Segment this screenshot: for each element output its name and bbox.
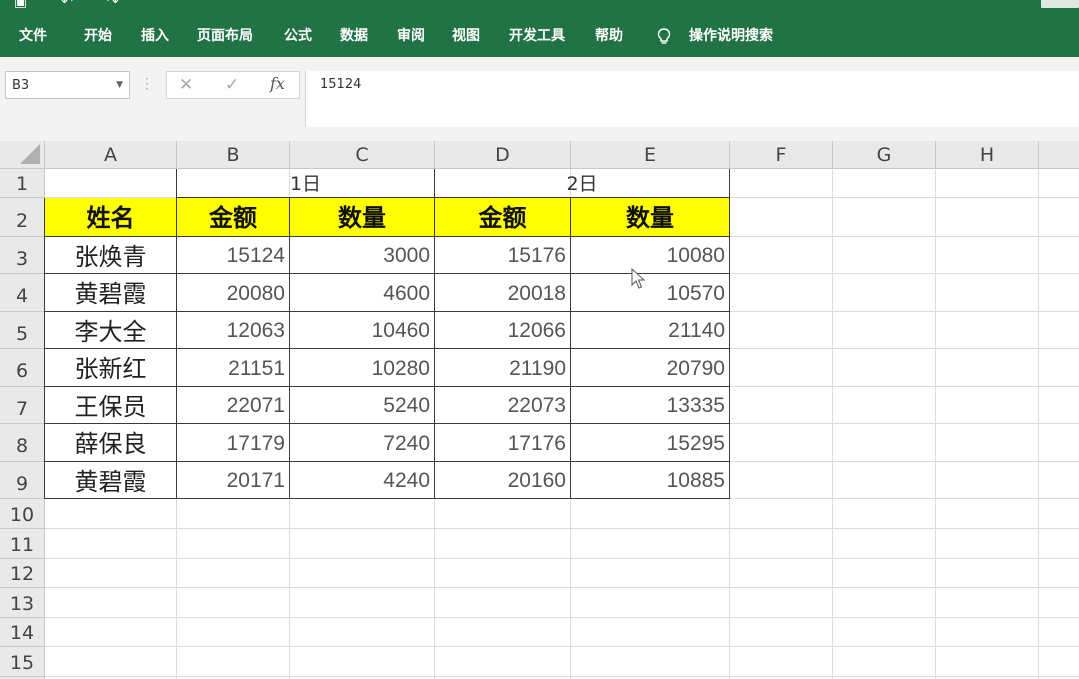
column-header-g[interactable]: G — [833, 141, 936, 169]
tab-view[interactable]: 视图 — [452, 16, 480, 57]
undo-icon[interactable]: ↶ — [61, 0, 73, 10]
row-header-6[interactable]: 6 — [0, 349, 45, 387]
table-cell-quantity[interactable]: 10280 — [290, 349, 435, 387]
table-cell-amount[interactable]: 17179 — [177, 424, 290, 462]
table-cell-quantity[interactable]: 7240 — [290, 424, 435, 462]
table-cell-quantity[interactable]: 10080 — [571, 237, 730, 274]
table-cell-name[interactable]: 王保员 — [44, 387, 177, 424]
table-cell-quantity[interactable]: 10570 — [571, 274, 730, 312]
table-cell-amount[interactable]: 17176 — [435, 424, 571, 462]
table-cell-quantity[interactable]: 20790 — [571, 349, 730, 387]
table-cell-name[interactable]: 黄碧霞 — [44, 462, 177, 499]
table-cell-amount[interactable]: 21190 — [435, 349, 571, 387]
tab-page-layout[interactable]: 页面布局 — [197, 16, 253, 57]
table-cell-amount[interactable]: 20080 — [177, 274, 290, 312]
table-cell-quantity[interactable]: 10885 — [571, 462, 730, 499]
grip-icon[interactable]: · · · — [145, 73, 149, 95]
cancel-icon[interactable]: ✕ — [179, 75, 193, 95]
column-header-f[interactable]: F — [730, 141, 833, 169]
table-cell-amount[interactable]: 15124 — [177, 237, 290, 274]
table-cell-quantity[interactable]: 13335 — [571, 387, 730, 424]
row-header-11[interactable]: 11 — [0, 529, 45, 559]
name-box-value: B3 — [12, 78, 30, 93]
lightbulb-icon — [657, 28, 671, 44]
table-cell-amount[interactable]: 20171 — [177, 462, 290, 499]
row-header-5[interactable]: 5 — [0, 312, 45, 349]
row-header-12[interactable]: 12 — [0, 559, 45, 588]
column-header-e[interactable]: E — [571, 141, 730, 169]
tab-developer[interactable]: 开发工具 — [509, 16, 565, 57]
column-header-b[interactable]: B — [177, 141, 290, 169]
formula-input[interactable]: 15124 — [305, 71, 1079, 127]
table-cell-amount[interactable]: 15176 — [435, 237, 571, 274]
worksheet-grid[interactable]: A B C D E F G H 1 2 3 4 5 6 7 8 9 10 11 … — [0, 141, 1079, 679]
row-header-7[interactable]: 7 — [0, 387, 45, 424]
save-icon[interactable]: ▣ — [14, 0, 27, 10]
cell-d1-group-day2[interactable]: 2日 — [435, 169, 730, 198]
cell-d2-header-amount[interactable]: 金额 — [435, 198, 571, 237]
row-header-14[interactable]: 14 — [0, 618, 45, 647]
confirm-icon[interactable]: ✓ — [225, 75, 239, 95]
table-cell-quantity[interactable]: 21140 — [571, 312, 730, 349]
column-header-h[interactable]: H — [936, 141, 1039, 169]
table-cell-amount[interactable]: 21151 — [177, 349, 290, 387]
select-all-button[interactable] — [0, 141, 45, 169]
row-header-4[interactable]: 4 — [0, 274, 45, 312]
table-cell-amount[interactable]: 12066 — [435, 312, 571, 349]
redo-icon[interactable]: ↷ — [107, 0, 119, 10]
column-header-next[interactable] — [1039, 141, 1079, 169]
table-cell-name[interactable]: 李大全 — [44, 312, 177, 349]
formula-buttons: ✕ ✓ fx — [166, 71, 300, 99]
table-cell-amount[interactable]: 22073 — [435, 387, 571, 424]
table-cell-quantity[interactable]: 5240 — [290, 387, 435, 424]
column-header-a[interactable]: A — [45, 141, 177, 169]
table-cell-quantity[interactable]: 10460 — [290, 312, 435, 349]
tell-me-search[interactable]: 操作说明搜索 — [689, 16, 773, 57]
cell-c2-header-quantity[interactable]: 数量 — [290, 198, 435, 237]
row-header-1[interactable]: 1 — [0, 169, 45, 198]
row-header-13[interactable]: 13 — [0, 588, 45, 618]
table-cell-name[interactable]: 薛保良 — [44, 424, 177, 462]
table-cell-quantity[interactable]: 3000 — [290, 237, 435, 274]
cell-a2-header-name[interactable]: 姓名 — [44, 198, 177, 237]
row-header-9[interactable]: 9 — [0, 462, 45, 499]
mouse-pointer-icon — [631, 268, 645, 289]
tab-insert[interactable]: 插入 — [141, 16, 169, 57]
row-header-2[interactable]: 2 — [0, 198, 45, 237]
insert-function-button[interactable]: fx — [270, 74, 285, 93]
tab-file[interactable]: 文件 — [19, 16, 47, 57]
table-cell-amount[interactable]: 20160 — [435, 462, 571, 499]
formula-value: 15124 — [320, 77, 362, 92]
table-cell-name[interactable]: 张新红 — [44, 349, 177, 387]
cell-b1-group-day1[interactable]: 1日 — [176, 169, 435, 198]
chevron-down-icon[interactable]: ▼ — [116, 80, 123, 90]
table-cell-name[interactable]: 张焕青 — [44, 237, 177, 274]
table-cell-quantity[interactable]: 15295 — [571, 424, 730, 462]
table-cell-name[interactable]: 黄碧霞 — [44, 274, 177, 312]
cell-e2-header-quantity[interactable]: 数量 — [571, 198, 730, 237]
table-cell-quantity[interactable]: 4240 — [290, 462, 435, 499]
row-header-8[interactable]: 8 — [0, 424, 45, 462]
tab-review[interactable]: 审阅 — [397, 16, 425, 57]
table-cell-amount[interactable]: 22071 — [177, 387, 290, 424]
cell-b2-header-amount[interactable]: 金额 — [177, 198, 290, 237]
account-button[interactable] — [1041, 0, 1079, 8]
name-box[interactable]: B3 ▼ — [5, 71, 130, 99]
formula-bar: B3 ▼ · · · ✕ ✓ fx 15124 — [0, 57, 1079, 141]
ribbon-tabs: 文件 开始 插入 页面布局 公式 数据 审阅 视图 开发工具 帮助 操作说明搜索 — [0, 16, 1079, 57]
table-cell-amount[interactable]: 20018 — [435, 274, 571, 312]
quick-access-toolbar[interactable]: ▣ ↶ ↷ — [14, 0, 119, 10]
row-header-3[interactable]: 3 — [0, 237, 45, 274]
row-header-15[interactable]: 15 — [0, 647, 45, 677]
tab-data[interactable]: 数据 — [340, 16, 368, 57]
tab-help[interactable]: 帮助 — [595, 16, 623, 57]
row-header-10[interactable]: 10 — [0, 499, 45, 529]
column-header-c[interactable]: C — [290, 141, 435, 169]
title-bar: ▣ ↶ ↷ — [0, 0, 1079, 16]
table-cell-quantity[interactable]: 4600 — [290, 274, 435, 312]
tab-home[interactable]: 开始 — [84, 16, 112, 57]
column-header-d[interactable]: D — [435, 141, 571, 169]
tab-formulas[interactable]: 公式 — [284, 16, 312, 57]
table-cell-amount[interactable]: 12063 — [177, 312, 290, 349]
